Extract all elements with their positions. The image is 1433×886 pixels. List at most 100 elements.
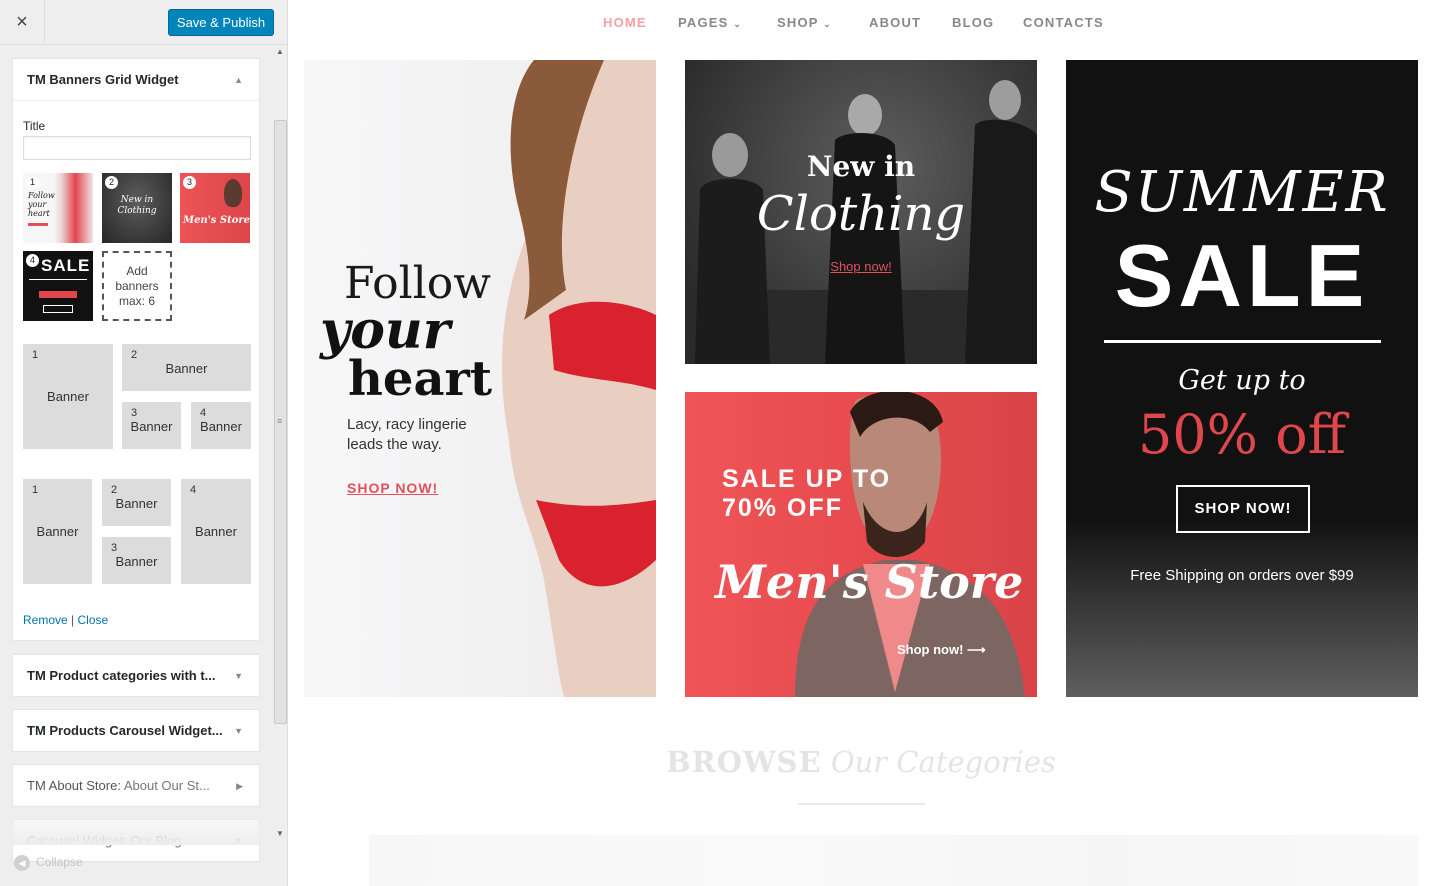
cell-number: 3 [131, 407, 138, 419]
layout-option-b-cell[interactable]: 1 Banner [23, 479, 92, 584]
cell-number: 4 [190, 484, 197, 496]
cell-number: 1 [32, 484, 39, 496]
banner-sale-text: SALE UP TO 70% OFF [722, 465, 892, 522]
banner-copy: Lacy, racy lingerie leads the way. [347, 416, 467, 453]
scroll-down-icon[interactable]: ▼ [276, 829, 284, 838]
layout-option-a-cell[interactable]: 3 Banner [122, 402, 181, 449]
thumbnail-offer-mark [39, 291, 77, 298]
main-navigation: HOME PAGES ⌄ SHOP ⌄ ABOUT BLOG CONTACTS [289, 0, 1433, 46]
nav-item-shop[interactable]: SHOP ⌄ [777, 15, 832, 30]
banner-headline-1: SUMMER [1094, 160, 1390, 225]
thumbnail-caption: New in Clothing [117, 195, 157, 216]
heading-italic: Our Categories [830, 745, 1056, 779]
thumbnail-caption: SALE [41, 256, 91, 275]
thumbnail-button-mark [43, 305, 73, 313]
banner-summer-sale[interactable]: SUMMER SALE Get up to 50% off SHOP NOW! … [1066, 60, 1418, 697]
shipping-note: Free Shipping on orders over $99 [1130, 567, 1354, 584]
nav-item-about[interactable]: ABOUT [869, 15, 921, 30]
scroll-grip-icon: ≡ [277, 416, 283, 426]
layout-option-b-cell[interactable]: 3 Banner [102, 537, 171, 584]
cell-label: Banner [130, 419, 173, 434]
widget-product-categories[interactable]: TM Product categories with t... ▼ [12, 654, 260, 697]
save-publish-button[interactable]: Save & Publish [168, 9, 274, 36]
banner-mens-store[interactable]: SALE UP TO 70% OFF Men's Store Shop now!… [685, 392, 1037, 697]
widget-title: TM Banners Grid Widget [27, 72, 179, 87]
banner-thumbnail[interactable]: 1 Follow your heart [23, 173, 93, 243]
banner-new-clothing[interactable]: New in Clothing Shop now! [685, 60, 1037, 364]
widget-title: TM Products Carousel Widget... [27, 723, 223, 738]
nav-item-blog[interactable]: BLOG [952, 15, 994, 30]
banners-grid-widget: TM Banners Grid Widget ▲ Title 1 Follow … [12, 58, 260, 641]
widget-actions: Remove | Close [23, 613, 108, 627]
widget-products-carousel[interactable]: TM Products Carousel Widget... ▼ [12, 709, 260, 752]
expand-arrow-icon[interactable]: ▼ [234, 710, 243, 752]
collapse-label: Collapse [36, 855, 83, 870]
nav-item-label: SHOP [777, 15, 819, 30]
thumbnail-rule [29, 279, 87, 280]
shop-now-button[interactable]: SHOP NOW! [1176, 485, 1310, 533]
banner-store-title: Men's Store [715, 555, 1024, 609]
collapse-arrow-icon[interactable]: ▲ [234, 59, 243, 100]
categories-preview-strip [369, 835, 1419, 886]
banner-thumbnail[interactable]: 4 SALE [23, 251, 93, 321]
thumbnail-number: 3 [183, 176, 196, 189]
thumbnail-number: 1 [26, 176, 39, 189]
collapse-button[interactable]: ◀ Collapse [14, 855, 83, 871]
widget-header[interactable]: TM Product categories with t... ▼ [13, 655, 259, 697]
thumbnail-number: 2 [105, 176, 118, 189]
nav-item-contacts[interactable]: CONTACTS [1023, 15, 1104, 30]
widget-title: TM About Store: [27, 778, 121, 793]
cell-label: Banner [47, 389, 89, 404]
add-banners-button[interactable]: Add banners max: 6 [102, 251, 172, 321]
collapse-arrow-icon: ◀ [14, 855, 30, 871]
banner-lingerie[interactable]: Follow your heart Lacy, racy lingerie le… [304, 60, 656, 697]
layout-option-a-cell[interactable]: 2 Banner [122, 344, 251, 391]
banner-thumbnail[interactable]: 3 Men's Store [180, 173, 250, 243]
heading-divider [798, 803, 925, 805]
layout-option-b-cell[interactable]: 2 Banner [102, 479, 171, 526]
title-input[interactable] [23, 136, 251, 160]
thumbnail-figure [224, 179, 242, 207]
widget-header[interactable]: TM Products Carousel Widget... ▼ [13, 710, 259, 752]
browse-categories-heading: BROWSE Our Categories [289, 745, 1433, 779]
layout-option-b-cell[interactable]: 4 Banner [181, 479, 251, 584]
banner-divider [1104, 340, 1381, 343]
thumbnail-cta-mark [28, 223, 48, 226]
banner-headline-2: SALE [1114, 226, 1370, 325]
site-preview: HOME PAGES ⌄ SHOP ⌄ ABOUT BLOG CONTACTS … [289, 0, 1433, 886]
chevron-down-icon: ⌄ [733, 19, 743, 29]
expand-arrow-icon[interactable]: ▼ [234, 655, 243, 697]
widget-header[interactable]: TM Banners Grid Widget ▲ [13, 59, 259, 101]
banner-discount: 50% off [1137, 403, 1347, 466]
banner-headline-1: New in [806, 150, 916, 183]
close-icon[interactable]: × [0, 0, 45, 45]
banner-headline-3: heart [348, 351, 492, 407]
cell-label: Banner [115, 554, 158, 569]
shop-now-link[interactable]: SHOP NOW! [347, 480, 438, 496]
title-field-label: Title [23, 119, 46, 133]
cell-number: 3 [111, 542, 118, 554]
widget-title: TM Product categories with t... [27, 668, 216, 683]
banner-thumbnail[interactable]: 2 New in Clothing [102, 173, 172, 243]
remove-link[interactable]: Remove [23, 613, 68, 627]
cell-label: Banner [195, 524, 237, 539]
thumbnail-number: 4 [26, 254, 39, 267]
nav-item-pages[interactable]: PAGES ⌄ [678, 15, 742, 30]
cell-label: Banner [36, 524, 79, 539]
cell-number: 4 [200, 407, 207, 419]
cell-label: Banner [115, 496, 158, 511]
widget-subtitle: About Our St... [123, 778, 210, 793]
thumbnail-caption: Follow your heart [28, 191, 55, 218]
shop-now-link[interactable]: Shop now! ⟶ [897, 642, 986, 658]
shop-now-link[interactable]: Shop now! [685, 259, 1037, 274]
nav-item-home[interactable]: HOME [603, 15, 647, 30]
actions-separator: | [71, 613, 75, 627]
cell-number: 1 [32, 349, 39, 361]
banner-headline-2: Clothing [756, 186, 966, 242]
scroll-up-icon[interactable]: ▲ [276, 47, 284, 56]
close-link[interactable]: Close [78, 613, 109, 627]
customizer-sidebar: × Save & Publish ▲ ≡ ▼ TM Banners Grid W… [0, 0, 288, 886]
layout-option-a-cell[interactable]: 4 Banner [191, 402, 251, 449]
cell-number: 2 [111, 484, 118, 496]
layout-option-a-cell[interactable]: 1 Banner [23, 344, 113, 449]
